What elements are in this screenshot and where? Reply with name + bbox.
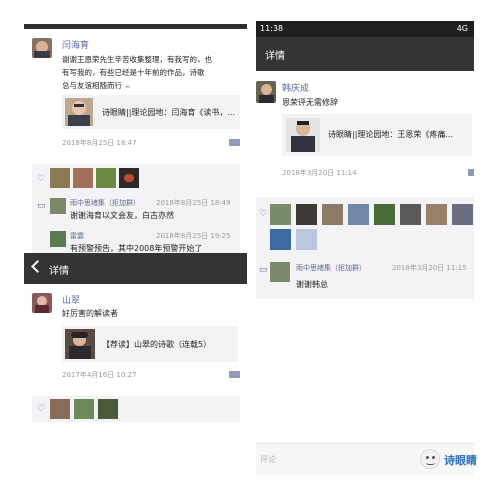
post-timestamp: 2017年4月16日 10:27: [62, 371, 137, 379]
comment-icon[interactable]: [468, 169, 474, 176]
status-time: 11:38: [260, 24, 284, 33]
moment-detail-panel-bottom-left: 详情 山翠 好厉害的解读者 【荐读】山翠的诗歌（连载5） 2017年4月16日 …: [24, 253, 247, 425]
bottom-fade: [256, 391, 474, 441]
comment-icon[interactable]: [229, 139, 240, 146]
comment-bubble-icon: ▭: [259, 265, 268, 275]
liker-avatar[interactable]: [73, 168, 93, 188]
link-title: 诗眼睛||理论园地：闫海育《读书，...: [102, 108, 236, 117]
comment-2-time: 2018年8月25日 19:25: [156, 232, 231, 240]
watermark-logo-icon: [420, 449, 440, 469]
link-title: 诗眼睛||理论园地：王恩荣《疼痛...: [328, 130, 454, 139]
heart-icon: ♡: [37, 174, 46, 184]
post-text-line-1: 谢谢王恩荣先生辛苦收集整理，有我写的，也: [62, 55, 212, 64]
liker-avatar[interactable]: [119, 168, 139, 188]
liker-avatar[interactable]: [296, 229, 317, 250]
collage-frame: 闫海育 谢谢王恩荣先生辛苦收集整理，有我写的，也 有写我的，有些已经是十年前的作…: [0, 0, 497, 497]
post-text-line-2: 有写我的，有些已经是十年前的作品，诗歌: [62, 68, 205, 77]
comment-input[interactable]: 评论: [260, 454, 276, 465]
commenter-avatar[interactable]: [270, 262, 290, 282]
post-text-line-3: 总与友谊相随而行: [62, 81, 122, 90]
shared-link-card[interactable]: 诗眼睛||理论园地：闫海育《读书，...: [62, 95, 240, 129]
liker-avatar[interactable]: [296, 204, 317, 225]
watermark: 诗眼睛: [420, 448, 490, 470]
liker-avatar[interactable]: [426, 204, 447, 225]
status-signal: 4G: [456, 24, 468, 33]
commenter-avatar[interactable]: [50, 231, 66, 247]
comment-time: 2018年3月20日 11:15: [392, 264, 467, 272]
liker-avatar[interactable]: [400, 204, 421, 225]
liker-avatar[interactable]: [74, 399, 94, 419]
liker-avatar[interactable]: [270, 229, 291, 250]
emoji-icon: ☕: [124, 82, 131, 90]
liker-avatar[interactable]: [98, 399, 118, 419]
avatar[interactable]: [32, 293, 52, 313]
heart-icon: ♡: [259, 209, 268, 219]
comment-1-name[interactable]: 雨中思绪集（拒加群）: [70, 198, 140, 208]
liker-avatar[interactable]: [50, 399, 70, 419]
comment-name[interactable]: 雨中思绪集（拒加群）: [296, 263, 366, 273]
post-timestamp: 2018年3月20日 11:14: [282, 169, 357, 177]
liker-avatar[interactable]: [270, 204, 291, 225]
title-bar: 详情: [24, 253, 247, 284]
comment-1-text: 谢谢海育以文会友，白古亦然: [70, 211, 174, 220]
watermark-text: 诗眼睛: [444, 454, 477, 467]
liker-avatar[interactable]: [96, 168, 116, 188]
comment-text: 谢谢韩总: [296, 280, 328, 289]
link-thumbnail: [65, 98, 93, 126]
post-author-name[interactable]: 山翠: [62, 293, 80, 306]
post-text: 好厉害的解读者: [62, 309, 118, 318]
post-author-name[interactable]: 闫海育: [62, 38, 89, 51]
title-bar: 详情: [256, 37, 474, 71]
shared-link-card[interactable]: 【荐读】山翠的诗歌（连载5）: [62, 326, 238, 362]
moment-detail-panel-top-left: 闫海育 谢谢王恩荣先生辛苦收集整理，有我写的，也 有写我的，有些已经是十年前的作…: [24, 24, 247, 256]
link-title: 【荐读】山翠的诗歌（连载5）: [102, 340, 212, 349]
comment-bubble-icon: ▭: [37, 201, 46, 211]
page-title: 详情: [49, 266, 69, 277]
post-author-name[interactable]: 韩庆成: [282, 81, 309, 94]
liker-avatar[interactable]: [50, 168, 70, 188]
moment-detail-panel-right: 11:38 4G 详情 韩庆成 恩荣评无需修辞 诗眼睛||理论园地：王恩荣《疼痛…: [256, 21, 474, 475]
commenter-avatar[interactable]: [50, 198, 66, 214]
heart-icon: ♡: [37, 404, 46, 414]
liker-avatar[interactable]: [452, 204, 473, 225]
post-text: 恩荣评无需修辞: [282, 98, 338, 107]
avatar[interactable]: [256, 81, 276, 103]
status-bar: 11:38 4G: [256, 21, 474, 37]
link-thumbnail: [286, 118, 320, 152]
top-bar: [24, 24, 247, 29]
post-timestamp: 2018年8月25日 18:47: [62, 139, 137, 147]
shared-link-card[interactable]: 诗眼睛||理论园地：王恩荣《疼痛...: [282, 114, 472, 156]
comment-icon[interactable]: [229, 371, 240, 378]
link-thumbnail: [65, 329, 95, 359]
avatar[interactable]: [32, 38, 52, 58]
back-chevron-icon[interactable]: [31, 260, 44, 273]
comment-1-time: 2018年8月25日 18:49: [156, 199, 231, 207]
liker-avatar[interactable]: [374, 204, 395, 225]
liker-avatar[interactable]: [348, 204, 369, 225]
comment-2-name[interactable]: 雷震: [70, 231, 84, 241]
page-title: 详情: [265, 51, 285, 62]
liker-avatar[interactable]: [322, 204, 343, 225]
